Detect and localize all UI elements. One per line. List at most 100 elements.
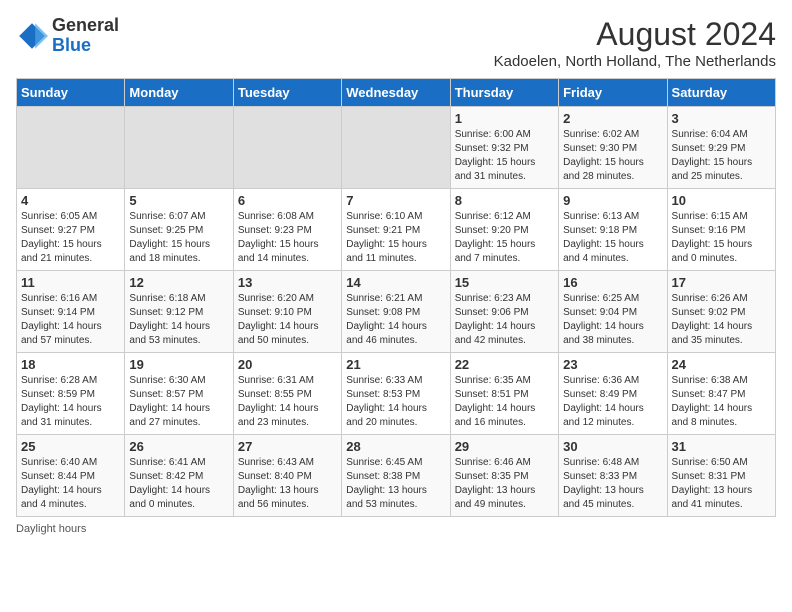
day-number: 2 bbox=[563, 111, 662, 126]
day-info: Sunrise: 6:50 AMSunset: 8:31 PMDaylight:… bbox=[672, 456, 771, 512]
day-info: Sunrise: 6:26 AMSunset: 9:02 PMDaylight:… bbox=[672, 292, 771, 348]
calendar-table: SundayMondayTuesdayWednesdayThursdayFrid… bbox=[16, 78, 776, 517]
day-info: Sunrise: 6:46 AMSunset: 8:35 PMDaylight:… bbox=[455, 456, 554, 512]
calendar-cell: 31 Sunrise: 6:50 AMSunset: 8:31 PMDayligh… bbox=[667, 435, 775, 517]
logo: General Blue bbox=[16, 16, 119, 56]
day-info: Sunrise: 6:45 AMSunset: 8:38 PMDaylight:… bbox=[346, 456, 445, 512]
day-of-week-header: Sunday bbox=[17, 79, 125, 107]
day-of-week-header: Saturday bbox=[667, 79, 775, 107]
calendar-cell: 23 Sunrise: 6:36 AMSunset: 8:49 PMDayligh… bbox=[559, 353, 667, 435]
day-number: 16 bbox=[563, 275, 662, 290]
calendar-cell: 29 Sunrise: 6:46 AMSunset: 8:35 PMDayligh… bbox=[450, 435, 558, 517]
day-of-week-header: Thursday bbox=[450, 79, 558, 107]
day-number: 30 bbox=[563, 439, 662, 454]
day-info: Sunrise: 6:41 AMSunset: 8:42 PMDaylight:… bbox=[129, 456, 228, 512]
day-info: Sunrise: 6:13 AMSunset: 9:18 PMDaylight:… bbox=[563, 210, 662, 266]
day-info: Sunrise: 6:25 AMSunset: 9:04 PMDaylight:… bbox=[563, 292, 662, 348]
day-number: 5 bbox=[129, 193, 228, 208]
calendar-cell bbox=[342, 107, 450, 189]
day-info: Sunrise: 6:20 AMSunset: 9:10 PMDaylight:… bbox=[238, 292, 337, 348]
location: Kadoelen, North Holland, The Netherlands bbox=[494, 53, 776, 70]
day-number: 6 bbox=[238, 193, 337, 208]
day-number: 28 bbox=[346, 439, 445, 454]
day-number: 18 bbox=[21, 357, 120, 372]
day-number: 20 bbox=[238, 357, 337, 372]
day-number: 4 bbox=[21, 193, 120, 208]
day-info: Sunrise: 6:36 AMSunset: 8:49 PMDaylight:… bbox=[563, 374, 662, 430]
day-info: Sunrise: 6:08 AMSunset: 9:23 PMDaylight:… bbox=[238, 210, 337, 266]
day-info: Sunrise: 6:21 AMSunset: 9:08 PMDaylight:… bbox=[346, 292, 445, 348]
day-info: Sunrise: 6:35 AMSunset: 8:51 PMDaylight:… bbox=[455, 374, 554, 430]
day-number: 25 bbox=[21, 439, 120, 454]
calendar-cell: 21 Sunrise: 6:33 AMSunset: 8:53 PMDayligh… bbox=[342, 353, 450, 435]
logo-text: General Blue bbox=[52, 16, 119, 56]
day-number: 17 bbox=[672, 275, 771, 290]
calendar-cell: 19Sunrise: 6:30 AMSunset: 8:57 PMDayligh… bbox=[125, 353, 233, 435]
calendar-cell: 28 Sunrise: 6:45 AMSunset: 8:38 PMDayligh… bbox=[342, 435, 450, 517]
calendar-cell: 10 Sunrise: 6:15 AMSunset: 9:16 PMDayligh… bbox=[667, 189, 775, 271]
calendar-cell: 14 Sunrise: 6:21 AMSunset: 9:08 PMDayligh… bbox=[342, 271, 450, 353]
day-info: Sunrise: 6:00 AMSunset: 9:32 PMDaylight:… bbox=[455, 128, 554, 184]
day-info: Sunrise: 6:48 AMSunset: 8:33 PMDaylight:… bbox=[563, 456, 662, 512]
day-number: 12 bbox=[129, 275, 228, 290]
day-info: Sunrise: 6:28 AMSunset: 8:59 PMDaylight:… bbox=[21, 374, 120, 430]
calendar-cell: 13 Sunrise: 6:20 AMSunset: 9:10 PMDayligh… bbox=[233, 271, 341, 353]
calendar-cell bbox=[125, 107, 233, 189]
day-info: Sunrise: 6:07 AMSunset: 9:25 PMDaylight:… bbox=[129, 210, 228, 266]
day-info: Sunrise: 6:02 AMSunset: 9:30 PMDaylight:… bbox=[563, 128, 662, 184]
day-info: Sunrise: 6:43 AMSunset: 8:40 PMDaylight:… bbox=[238, 456, 337, 512]
calendar-cell: 5 Sunrise: 6:07 AMSunset: 9:25 PMDaylight… bbox=[125, 189, 233, 271]
day-number: 11 bbox=[21, 275, 120, 290]
calendar-cell: 17 Sunrise: 6:26 AMSunset: 9:02 PMDayligh… bbox=[667, 271, 775, 353]
calendar-cell: 25 Sunrise: 6:40 AMSunset: 8:44 PMDayligh… bbox=[17, 435, 125, 517]
day-info: Sunrise: 6:15 AMSunset: 9:16 PMDaylight:… bbox=[672, 210, 771, 266]
calendar-cell: 7Sunrise: 6:10 AMSunset: 9:21 PMDaylight… bbox=[342, 189, 450, 271]
calendar-cell: 8 Sunrise: 6:12 AMSunset: 9:20 PMDaylight… bbox=[450, 189, 558, 271]
day-of-week-header: Monday bbox=[125, 79, 233, 107]
day-info: Sunrise: 6:40 AMSunset: 8:44 PMDaylight:… bbox=[21, 456, 120, 512]
day-number: 13 bbox=[238, 275, 337, 290]
day-of-week-header: Wednesday bbox=[342, 79, 450, 107]
footer-note: Daylight hours bbox=[16, 523, 776, 535]
calendar-cell: 24Sunrise: 6:38 AMSunset: 8:47 PMDayligh… bbox=[667, 353, 775, 435]
day-info: Sunrise: 6:30 AMSunset: 8:57 PMDaylight:… bbox=[129, 374, 228, 430]
day-number: 29 bbox=[455, 439, 554, 454]
day-info: Sunrise: 6:16 AMSunset: 9:14 PMDaylight:… bbox=[21, 292, 120, 348]
calendar-cell: 1 Sunrise: 6:00 AMSunset: 9:32 PMDaylight… bbox=[450, 107, 558, 189]
day-info: Sunrise: 6:33 AMSunset: 8:53 PMDaylight:… bbox=[346, 374, 445, 430]
day-number: 23 bbox=[563, 357, 662, 372]
day-number: 10 bbox=[672, 193, 771, 208]
calendar-cell: 22 Sunrise: 6:35 AMSunset: 8:51 PMDayligh… bbox=[450, 353, 558, 435]
day-number: 22 bbox=[455, 357, 554, 372]
calendar-cell: 15 Sunrise: 6:23 AMSunset: 9:06 PMDayligh… bbox=[450, 271, 558, 353]
day-number: 14 bbox=[346, 275, 445, 290]
day-info: Sunrise: 6:04 AMSunset: 9:29 PMDaylight:… bbox=[672, 128, 771, 184]
day-number: 15 bbox=[455, 275, 554, 290]
day-number: 1 bbox=[455, 111, 554, 126]
header: General Blue August 2024 Kadoelen, North… bbox=[16, 16, 776, 70]
logo-icon bbox=[16, 20, 48, 52]
day-number: 8 bbox=[455, 193, 554, 208]
calendar-cell: 16 Sunrise: 6:25 AMSunset: 9:04 PMDayligh… bbox=[559, 271, 667, 353]
calendar-cell: 2 Sunrise: 6:02 AMSunset: 9:30 PMDaylight… bbox=[559, 107, 667, 189]
day-number: 26 bbox=[129, 439, 228, 454]
calendar-cell: 18 Sunrise: 6:28 AMSunset: 8:59 PMDayligh… bbox=[17, 353, 125, 435]
calendar-cell: 30 Sunrise: 6:48 AMSunset: 8:33 PMDayligh… bbox=[559, 435, 667, 517]
day-number: 24 bbox=[672, 357, 771, 372]
calendar-cell: 3Sunrise: 6:04 AMSunset: 9:29 PMDaylight… bbox=[667, 107, 775, 189]
day-of-week-header: Friday bbox=[559, 79, 667, 107]
day-info: Sunrise: 6:18 AMSunset: 9:12 PMDaylight:… bbox=[129, 292, 228, 348]
calendar-cell: 4Sunrise: 6:05 AMSunset: 9:27 PMDaylight… bbox=[17, 189, 125, 271]
day-info: Sunrise: 6:12 AMSunset: 9:20 PMDaylight:… bbox=[455, 210, 554, 266]
title-area: August 2024 Kadoelen, North Holland, The… bbox=[494, 16, 776, 70]
day-number: 21 bbox=[346, 357, 445, 372]
calendar-cell bbox=[17, 107, 125, 189]
day-info: Sunrise: 6:23 AMSunset: 9:06 PMDaylight:… bbox=[455, 292, 554, 348]
calendar-cell: 20Sunrise: 6:31 AMSunset: 8:55 PMDayligh… bbox=[233, 353, 341, 435]
calendar-cell: 12 Sunrise: 6:18 AMSunset: 9:12 PMDayligh… bbox=[125, 271, 233, 353]
calendar-cell: 27Sunrise: 6:43 AMSunset: 8:40 PMDayligh… bbox=[233, 435, 341, 517]
day-number: 31 bbox=[672, 439, 771, 454]
calendar-cell: 11 Sunrise: 6:16 AMSunset: 9:14 PMDayligh… bbox=[17, 271, 125, 353]
day-of-week-header: Tuesday bbox=[233, 79, 341, 107]
day-info: Sunrise: 6:10 AMSunset: 9:21 PMDaylight:… bbox=[346, 210, 445, 266]
